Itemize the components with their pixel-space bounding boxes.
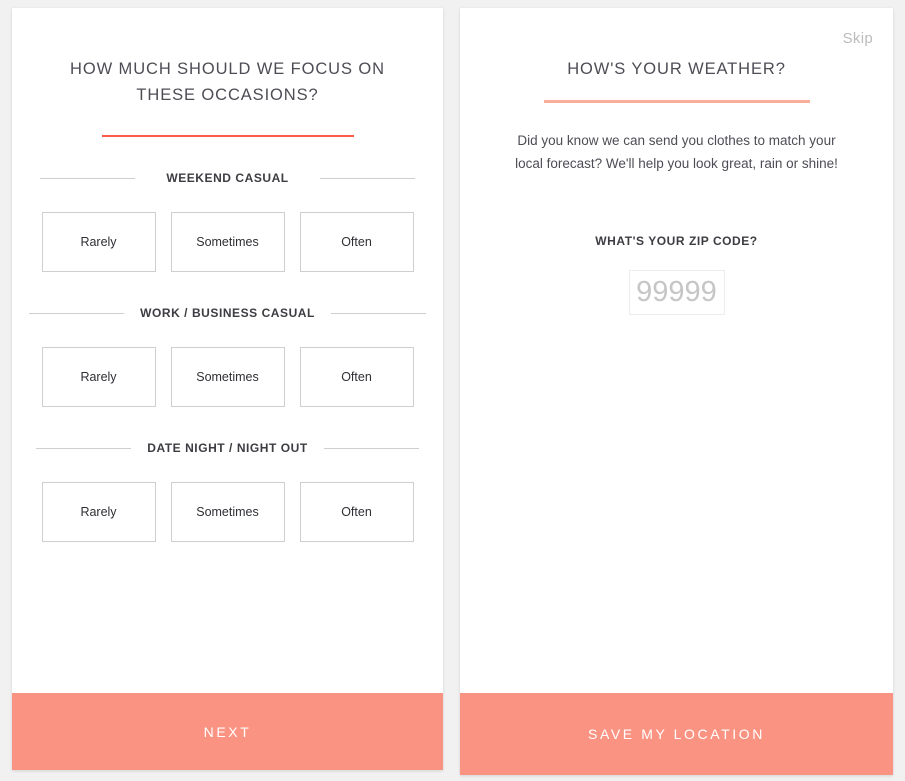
title-underline-rule (101, 135, 354, 138)
frequency-options: Rarely Sometimes Often (12, 212, 443, 273)
zip-code-input[interactable] (628, 270, 725, 315)
onboarding-screens: HOW MUCH SHOULD WE FOCUS ON THESE OCCASI… (0, 0, 905, 781)
save-my-location-button[interactable]: Save My Location (460, 693, 893, 775)
occasion-group-date-night: DATE NIGHT / NIGHT OUT Rarely Sometimes … (12, 441, 443, 543)
option-sometimes[interactable]: Sometimes (170, 347, 285, 408)
weather-screen-card: Skip HOW'S YOUR WEATHER? Did you know we… (460, 8, 893, 775)
occasions-title-wrap: HOW MUCH SHOULD WE FOCUS ON THESE OCCASI… (12, 8, 443, 138)
group-rule-left (36, 447, 132, 449)
group-rule-left (29, 312, 125, 314)
option-sometimes[interactable]: Sometimes (170, 212, 285, 273)
option-rarely[interactable]: Rarely (41, 347, 156, 408)
group-rule-right (330, 312, 426, 314)
option-rarely[interactable]: Rarely (41, 482, 156, 543)
frequency-options: Rarely Sometimes Often (12, 347, 443, 408)
occasions-screen-card: HOW MUCH SHOULD WE FOCUS ON THESE OCCASI… (12, 8, 443, 770)
group-label: DATE NIGHT / NIGHT OUT (147, 441, 308, 456)
group-label: WORK / BUSINESS CASUAL (140, 306, 315, 321)
group-header: DATE NIGHT / NIGHT OUT (12, 441, 443, 455)
weather-screen-body: Skip HOW'S YOUR WEATHER? Did you know we… (460, 8, 893, 693)
occasion-group-work-business-casual: WORK / BUSINESS CASUAL Rarely Sometimes … (12, 306, 443, 408)
occasions-screen-body: HOW MUCH SHOULD WE FOCUS ON THESE OCCASI… (12, 8, 443, 693)
weather-title-wrap: HOW'S YOUR WEATHER? (460, 8, 893, 103)
page-title: HOW'S YOUR WEATHER? (567, 60, 786, 78)
zip-code-label: WHAT'S YOUR ZIP CODE? (595, 234, 758, 248)
frequency-options: Rarely Sometimes Often (12, 482, 443, 543)
option-sometimes[interactable]: Sometimes (170, 482, 285, 543)
group-header: WEEKEND CASUAL (12, 171, 443, 185)
occasion-group-weekend-casual: WEEKEND CASUAL Rarely Sometimes Often (12, 171, 443, 273)
group-header: WORK / BUSINESS CASUAL (12, 306, 443, 320)
group-label: WEEKEND CASUAL (166, 171, 289, 186)
skip-link[interactable]: Skip (843, 30, 873, 47)
page-title: HOW MUCH SHOULD WE FOCUS ON THESE OCCASI… (70, 60, 385, 104)
group-rule-right (320, 177, 415, 179)
option-often[interactable]: Often (299, 347, 414, 408)
option-often[interactable]: Often (299, 482, 414, 543)
intro-paragraph: Did you know we can send you clothes to … (515, 132, 838, 171)
group-rule-left (40, 177, 135, 179)
next-button[interactable]: Next (12, 693, 443, 770)
title-underline-rule (543, 99, 810, 103)
option-often[interactable]: Often (299, 212, 414, 273)
option-rarely[interactable]: Rarely (41, 212, 156, 273)
group-rule-right (323, 447, 419, 449)
